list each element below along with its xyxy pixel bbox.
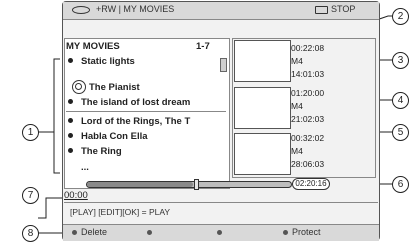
selected-disc-icon — [72, 80, 86, 94]
callout-7: 7 — [22, 187, 39, 204]
list-scrollbar[interactable] — [220, 58, 227, 72]
recording-time: 01:20:00 — [291, 88, 325, 98]
list-item[interactable]: Lord of the Rings, The T — [68, 116, 190, 127]
blue-key-icon — [283, 230, 288, 235]
green-key-icon — [147, 230, 152, 235]
list-item[interactable]: The Ring — [68, 146, 122, 157]
list-more: ... — [81, 162, 89, 173]
key-hint: [PLAY] [EDIT][OK] = PLAY — [70, 207, 171, 217]
bullet-icon — [68, 57, 73, 63]
playback-position-handle[interactable] — [194, 179, 199, 190]
stop-status: STOP — [331, 4, 356, 14]
recording-timestamp: 14:01:03 — [291, 69, 325, 79]
bullet-icon — [68, 117, 73, 123]
status-divider — [64, 202, 378, 203]
recording-time: 00:32:02 — [291, 133, 325, 143]
bullet-icon — [68, 132, 73, 138]
list-item[interactable]: Habla Con Ella — [68, 131, 148, 142]
recording-format: M4 — [291, 101, 303, 111]
callout-2: 2 — [392, 8, 409, 25]
list-count: 1-7 — [196, 41, 210, 52]
bullet-icon — [68, 147, 73, 153]
recording-format: M4 — [291, 56, 303, 66]
callout-5: 5 — [392, 124, 409, 141]
yellow-key-icon — [217, 230, 222, 235]
total-time: 02:20:16 — [292, 178, 330, 190]
callout-6: 6 — [392, 176, 409, 193]
disc-title: +RW | MY MOVIES — [96, 4, 175, 14]
current-time: 00:00 — [64, 190, 88, 201]
delete-button[interactable]: Delete — [81, 227, 107, 237]
stop-icon — [315, 6, 328, 14]
red-key-icon — [72, 230, 77, 235]
protect-button[interactable]: Protect — [292, 227, 321, 237]
list-item[interactable]: Static lights — [68, 56, 135, 67]
list-item-selected[interactable]: The Pianist — [89, 82, 140, 93]
list-divider — [66, 111, 226, 112]
callout-4: 4 — [392, 92, 409, 109]
recording-timestamp: 21:02:03 — [291, 114, 325, 124]
recording-time: 00:22:08 — [291, 43, 325, 53]
recording-format: M4 — [291, 146, 303, 156]
bullet-icon — [68, 98, 73, 104]
preview-thumbnail — [234, 40, 291, 82]
callout-8: 8 — [22, 225, 39, 242]
disc-icon — [72, 6, 90, 14]
title-info: 01:20:00 M4 21:02:03 — [291, 87, 324, 126]
preview-thumbnail — [234, 87, 291, 129]
title-info: 00:32:02 M4 28:06:03 — [291, 132, 324, 171]
recording-timestamp: 28:06:03 — [291, 159, 325, 169]
playback-progress-fill — [87, 182, 193, 187]
callout-3: 3 — [392, 52, 409, 69]
title-info: 00:22:08 M4 14:01:03 — [291, 42, 324, 81]
callout-1: 1 — [22, 124, 39, 141]
list-title: MY MOVIES — [66, 41, 120, 52]
preview-thumbnail — [234, 133, 291, 175]
list-item[interactable]: The island of lost dream — [68, 97, 190, 108]
